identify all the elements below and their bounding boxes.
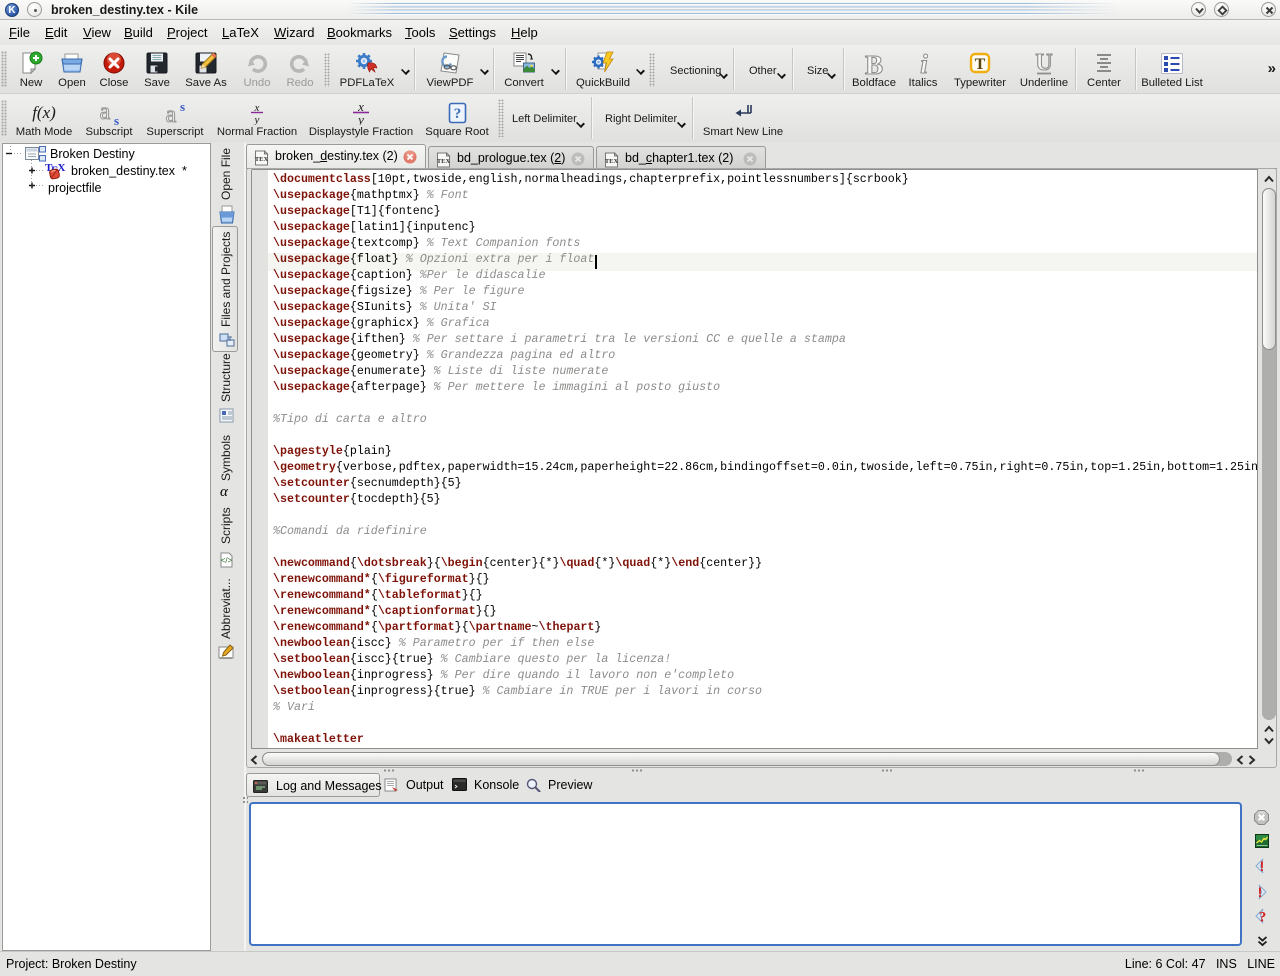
svg-text:?: ? <box>1259 910 1267 925</box>
svg-text:a: a <box>100 101 111 125</box>
svg-text:B: B <box>865 51 883 76</box>
svg-text:TEX: TEX <box>605 158 619 165</box>
svg-text:TEX: TEX <box>437 158 451 165</box>
svg-text:?: ? <box>454 106 462 122</box>
svg-text:f(x): f(x) <box>32 103 56 122</box>
svg-text:s: s <box>180 101 185 114</box>
svg-text:T: T <box>975 56 986 73</box>
svg-text:y: y <box>356 112 364 125</box>
svg-text:</>: </> <box>221 556 233 565</box>
svg-text:a: a <box>166 102 177 125</box>
svg-text:!: ! <box>1260 858 1265 874</box>
svg-text:y: y <box>254 114 260 125</box>
svg-text:s: s <box>114 113 119 125</box>
svg-text:!: ! <box>1258 884 1263 900</box>
svg-text:U: U <box>1035 51 1052 76</box>
svg-text:i: i <box>920 51 928 76</box>
svg-text:TEX: TEX <box>255 156 269 163</box>
